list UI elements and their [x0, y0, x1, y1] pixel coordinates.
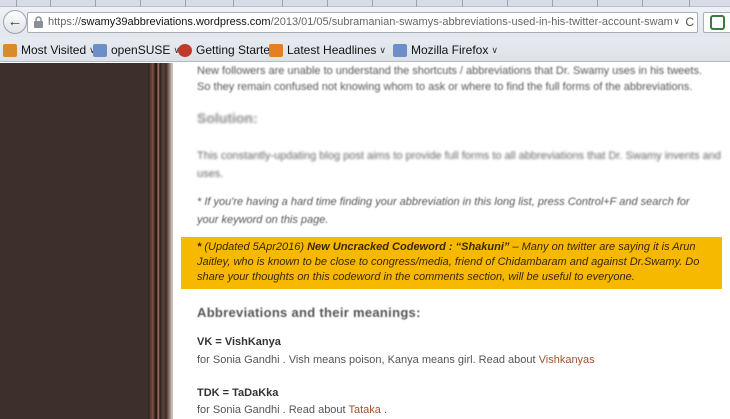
folder-icon: [393, 43, 407, 57]
url-bar[interactable]: https://swamy39abbreviations.wordpress.c…: [27, 12, 698, 33]
tab-separator: [552, 0, 553, 7]
search-tip-note: * If you're having a hard time finding y…: [197, 196, 690, 226]
intro-line: New followers are unable to understand t…: [197, 65, 703, 77]
sidebar-background: [0, 63, 148, 419]
intro-paragraph: New followers are unable to understand t…: [197, 63, 707, 95]
bookmark-opensuse[interactable]: openSUSE ∨: [93, 42, 180, 58]
description-suffix: .: [380, 404, 388, 416]
bookmark-label: openSUSE: [111, 43, 171, 57]
chevron-down-icon: ∨: [491, 44, 498, 55]
tab-separator: [462, 0, 463, 7]
tab-separator: [689, 0, 690, 7]
solution-paragraph: This constantly-updating blog post aims …: [197, 150, 721, 180]
folder-icon: [3, 43, 17, 57]
tab-separator: [50, 0, 51, 7]
navigation-bar: ← https://swamy39abbreviations.wordpress…: [0, 7, 730, 37]
update-highlight-box: * (Updated 5Apr2016) New Uncracked Codew…: [181, 237, 722, 289]
url-prefix: https://: [48, 16, 82, 28]
url-path: /2013/01/05/subramanian-swamys-abbreviat…: [270, 16, 673, 28]
abbreviation-description: for Sonia Gandhi . Read about Tataka .: [197, 404, 387, 416]
tab-separator: [140, 0, 141, 7]
bookmarks-toolbar: Most Visited ∨ openSUSE ∨ Getting Starte…: [0, 37, 730, 62]
description-text: for Sonia Gandhi . Vish means poison, Ka…: [197, 354, 539, 366]
solution-heading: Solution:: [197, 110, 258, 126]
intro-line: So they remain confused not knowing whom…: [197, 81, 693, 93]
vishkanyas-link[interactable]: Vishkanyas: [539, 354, 595, 366]
tab-separator: [327, 0, 328, 7]
bookmark-mozilla-firefox[interactable]: Mozilla Firefox ∨: [393, 42, 498, 58]
url-dropdown-icon[interactable]: ∨: [673, 16, 680, 27]
bookmark-label: Mozilla Firefox: [411, 43, 489, 57]
search-engine-icon: [710, 15, 725, 30]
url-text[interactable]: https://swamy39abbreviations.wordpress.c…: [48, 16, 673, 28]
folder-icon: [93, 43, 107, 57]
highlight-title: New Uncracked Codeword : “Shakuni”: [307, 241, 510, 253]
url-host: swamy39abbreviations.wordpress.com: [81, 16, 271, 28]
description-text: for Sonia Gandhi . Read about: [197, 404, 349, 416]
tab-separator: [372, 0, 373, 7]
abbreviation-term: VK = VishKanya: [197, 336, 281, 348]
tab-separator: [416, 0, 417, 7]
tab-separator: [597, 0, 598, 7]
bookmark-latest-headlines[interactable]: Latest Headlines ∨: [269, 42, 386, 58]
back-arrow-icon: ←: [7, 13, 23, 30]
tab-separator: [95, 0, 96, 7]
bookmark-label: Most Visited: [21, 43, 87, 57]
bookmark-label: Latest Headlines: [287, 43, 377, 57]
tataka-link[interactable]: Tataka: [348, 404, 380, 416]
abbreviations-heading: Abbreviations and their meanings:: [197, 305, 421, 320]
tab-separator: [16, 0, 17, 7]
search-engine-button[interactable]: [703, 12, 730, 33]
bookmark-label: Getting Started: [196, 43, 277, 57]
tab-strip: [0, 0, 730, 7]
lock-icon: [34, 16, 43, 28]
tab-separator: [642, 0, 643, 7]
tab-separator: [507, 0, 508, 7]
abbreviation-description: for Sonia Gandhi . Vish means poison, Ka…: [197, 354, 595, 366]
tab-separator: [282, 0, 283, 7]
abbreviation-term: TDK = TaDaKka: [197, 387, 279, 399]
firefox-icon: [178, 43, 192, 57]
back-button[interactable]: ←: [3, 10, 27, 34]
chevron-down-icon: ∨: [379, 44, 386, 55]
tab-separator: [233, 0, 234, 7]
bookmark-most-visited[interactable]: Most Visited ∨: [3, 42, 96, 58]
rss-icon: [269, 43, 283, 57]
tab-separator: [185, 0, 186, 7]
reload-icon[interactable]: C: [685, 15, 694, 29]
highlight-updated-date: (Updated 5Apr2016): [204, 241, 308, 253]
decorative-border: [148, 63, 173, 419]
bookmark-getting-started[interactable]: Getting Started: [178, 42, 277, 58]
